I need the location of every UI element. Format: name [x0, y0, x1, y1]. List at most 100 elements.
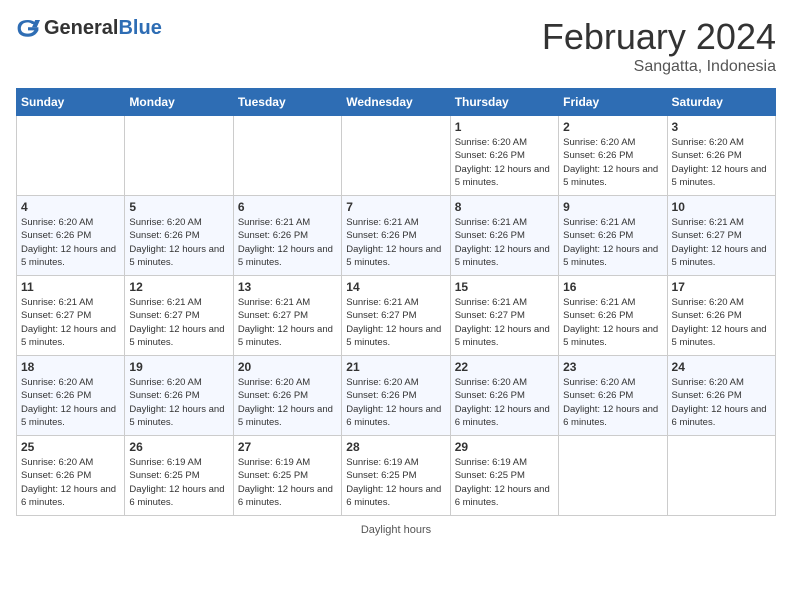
- column-header-friday: Friday: [559, 89, 667, 116]
- title-block: February 2024 Sangatta, Indonesia: [542, 16, 776, 76]
- calendar-subtitle: Sangatta, Indonesia: [542, 58, 776, 76]
- footer-note: Daylight hours: [361, 524, 431, 536]
- calendar-cell: [233, 116, 341, 196]
- footer: Daylight hours: [16, 524, 776, 536]
- day-number: 22: [455, 360, 554, 374]
- calendar-week-3: 18Sunrise: 6:20 AM Sunset: 6:26 PM Dayli…: [17, 356, 776, 436]
- day-info: Sunrise: 6:21 AM Sunset: 6:26 PM Dayligh…: [346, 216, 445, 269]
- calendar-header-row: SundayMondayTuesdayWednesdayThursdayFrid…: [17, 89, 776, 116]
- calendar-cell: [17, 116, 125, 196]
- day-info: Sunrise: 6:20 AM Sunset: 6:26 PM Dayligh…: [129, 216, 228, 269]
- calendar-cell: 4 Sunrise: 6:20 AM Sunset: 6:26 PM Daylig…: [17, 196, 125, 276]
- day-number: 24: [672, 360, 771, 374]
- logo-general: General: [44, 17, 118, 39]
- column-header-sunday: Sunday: [17, 89, 125, 116]
- calendar-cell: 1 Sunrise: 6:20 AM Sunset: 6:26 PM Daylig…: [450, 116, 558, 196]
- calendar-cell: [342, 116, 450, 196]
- day-info: Sunrise: 6:20 AM Sunset: 6:26 PM Dayligh…: [672, 296, 771, 349]
- day-number: 28: [346, 440, 445, 454]
- day-info: Sunrise: 6:20 AM Sunset: 6:26 PM Dayligh…: [129, 376, 228, 429]
- day-number: 2: [563, 120, 662, 134]
- day-info: Sunrise: 6:21 AM Sunset: 6:27 PM Dayligh…: [672, 216, 771, 269]
- day-info: Sunrise: 6:20 AM Sunset: 6:26 PM Dayligh…: [563, 136, 662, 189]
- day-info: Sunrise: 6:21 AM Sunset: 6:27 PM Dayligh…: [238, 296, 337, 349]
- day-number: 26: [129, 440, 228, 454]
- calendar-cell: [125, 116, 233, 196]
- logo-text: GeneralBlue: [44, 17, 162, 40]
- day-number: 23: [563, 360, 662, 374]
- logo-icon: [16, 16, 40, 40]
- calendar-cell: [667, 436, 775, 516]
- day-info: Sunrise: 6:20 AM Sunset: 6:26 PM Dayligh…: [455, 136, 554, 189]
- day-info: Sunrise: 6:20 AM Sunset: 6:26 PM Dayligh…: [346, 376, 445, 429]
- calendar-cell: 6 Sunrise: 6:21 AM Sunset: 6:26 PM Daylig…: [233, 196, 341, 276]
- calendar-cell: 24 Sunrise: 6:20 AM Sunset: 6:26 PM Dayli…: [667, 356, 775, 436]
- calendar-cell: 25 Sunrise: 6:20 AM Sunset: 6:26 PM Dayli…: [17, 436, 125, 516]
- calendar-cell: 16Sunrise: 6:21 AM Sunset: 6:26 PM Dayli…: [559, 276, 667, 356]
- calendar-cell: 20Sunrise: 6:20 AM Sunset: 6:26 PM Dayli…: [233, 356, 341, 436]
- column-header-thursday: Thursday: [450, 89, 558, 116]
- calendar-cell: 7 Sunrise: 6:21 AM Sunset: 6:26 PM Daylig…: [342, 196, 450, 276]
- day-info: Sunrise: 6:20 AM Sunset: 6:26 PM Dayligh…: [563, 376, 662, 429]
- calendar-cell: 29 Sunrise: 6:19 AM Sunset: 6:25 PM Dayli…: [450, 436, 558, 516]
- day-info: Sunrise: 6:20 AM Sunset: 6:26 PM Dayligh…: [238, 376, 337, 429]
- day-number: 25: [21, 440, 120, 454]
- day-info: Sunrise: 6:21 AM Sunset: 6:26 PM Dayligh…: [563, 296, 662, 349]
- day-number: 29: [455, 440, 554, 454]
- calendar-week-1: 4 Sunrise: 6:20 AM Sunset: 6:26 PM Daylig…: [17, 196, 776, 276]
- calendar-cell: 11 Sunrise: 6:21 AM Sunset: 6:27 PM Dayli…: [17, 276, 125, 356]
- calendar-week-2: 11 Sunrise: 6:21 AM Sunset: 6:27 PM Dayli…: [17, 276, 776, 356]
- day-info: Sunrise: 6:21 AM Sunset: 6:26 PM Dayligh…: [238, 216, 337, 269]
- day-info: Sunrise: 6:21 AM Sunset: 6:27 PM Dayligh…: [346, 296, 445, 349]
- day-number: 17: [672, 280, 771, 294]
- day-number: 19: [129, 360, 228, 374]
- day-info: Sunrise: 6:20 AM Sunset: 6:26 PM Dayligh…: [455, 376, 554, 429]
- day-info: Sunrise: 6:19 AM Sunset: 6:25 PM Dayligh…: [129, 456, 228, 509]
- day-number: 10: [672, 200, 771, 214]
- day-number: 8: [455, 200, 554, 214]
- day-number: 13: [238, 280, 337, 294]
- calendar-cell: 5Sunrise: 6:20 AM Sunset: 6:26 PM Daylig…: [125, 196, 233, 276]
- day-number: 14: [346, 280, 445, 294]
- calendar-cell: 27Sunrise: 6:19 AM Sunset: 6:25 PM Dayli…: [233, 436, 341, 516]
- calendar-cell: 28 Sunrise: 6:19 AM Sunset: 6:25 PM Dayli…: [342, 436, 450, 516]
- day-info: Sunrise: 6:19 AM Sunset: 6:25 PM Dayligh…: [346, 456, 445, 509]
- calendar-cell: 8 Sunrise: 6:21 AM Sunset: 6:26 PM Daylig…: [450, 196, 558, 276]
- calendar-cell: 23 Sunrise: 6:20 AM Sunset: 6:26 PM Dayli…: [559, 356, 667, 436]
- calendar-cell: 13 Sunrise: 6:21 AM Sunset: 6:27 PM Dayli…: [233, 276, 341, 356]
- column-header-saturday: Saturday: [667, 89, 775, 116]
- day-info: Sunrise: 6:20 AM Sunset: 6:26 PM Dayligh…: [21, 456, 120, 509]
- day-number: 11: [21, 280, 120, 294]
- day-number: 15: [455, 280, 554, 294]
- day-number: 27: [238, 440, 337, 454]
- day-info: Sunrise: 6:20 AM Sunset: 6:26 PM Dayligh…: [672, 376, 771, 429]
- day-number: 6: [238, 200, 337, 214]
- calendar-cell: 15Sunrise: 6:21 AM Sunset: 6:27 PM Dayli…: [450, 276, 558, 356]
- day-number: 1: [455, 120, 554, 134]
- calendar-cell: 19 Sunrise: 6:20 AM Sunset: 6:26 PM Dayli…: [125, 356, 233, 436]
- day-info: Sunrise: 6:21 AM Sunset: 6:26 PM Dayligh…: [563, 216, 662, 269]
- day-number: 9: [563, 200, 662, 214]
- day-info: Sunrise: 6:20 AM Sunset: 6:26 PM Dayligh…: [21, 216, 120, 269]
- calendar-cell: 22 Sunrise: 6:20 AM Sunset: 6:26 PM Dayli…: [450, 356, 558, 436]
- calendar-cell: 21 Sunrise: 6:20 AM Sunset: 6:26 PM Dayli…: [342, 356, 450, 436]
- day-number: 4: [21, 200, 120, 214]
- calendar-cell: 3Sunrise: 6:20 AM Sunset: 6:26 PM Daylig…: [667, 116, 775, 196]
- logo: GeneralBlue: [16, 16, 162, 40]
- day-number: 12: [129, 280, 228, 294]
- calendar-week-4: 25 Sunrise: 6:20 AM Sunset: 6:26 PM Dayli…: [17, 436, 776, 516]
- day-info: Sunrise: 6:19 AM Sunset: 6:25 PM Dayligh…: [455, 456, 554, 509]
- calendar-cell: 2 Sunrise: 6:20 AM Sunset: 6:26 PM Daylig…: [559, 116, 667, 196]
- column-header-wednesday: Wednesday: [342, 89, 450, 116]
- column-header-monday: Monday: [125, 89, 233, 116]
- day-number: 21: [346, 360, 445, 374]
- day-info: Sunrise: 6:21 AM Sunset: 6:27 PM Dayligh…: [21, 296, 120, 349]
- calendar-cell: 14 Sunrise: 6:21 AM Sunset: 6:27 PM Dayli…: [342, 276, 450, 356]
- day-info: Sunrise: 6:21 AM Sunset: 6:26 PM Dayligh…: [455, 216, 554, 269]
- day-info: Sunrise: 6:20 AM Sunset: 6:26 PM Dayligh…: [21, 376, 120, 429]
- day-number: 7: [346, 200, 445, 214]
- calendar-cell: 26 Sunrise: 6:19 AM Sunset: 6:25 PM Dayli…: [125, 436, 233, 516]
- calendar-title: February 2024: [542, 16, 776, 58]
- column-header-tuesday: Tuesday: [233, 89, 341, 116]
- calendar-cell: 17 Sunrise: 6:20 AM Sunset: 6:26 PM Dayli…: [667, 276, 775, 356]
